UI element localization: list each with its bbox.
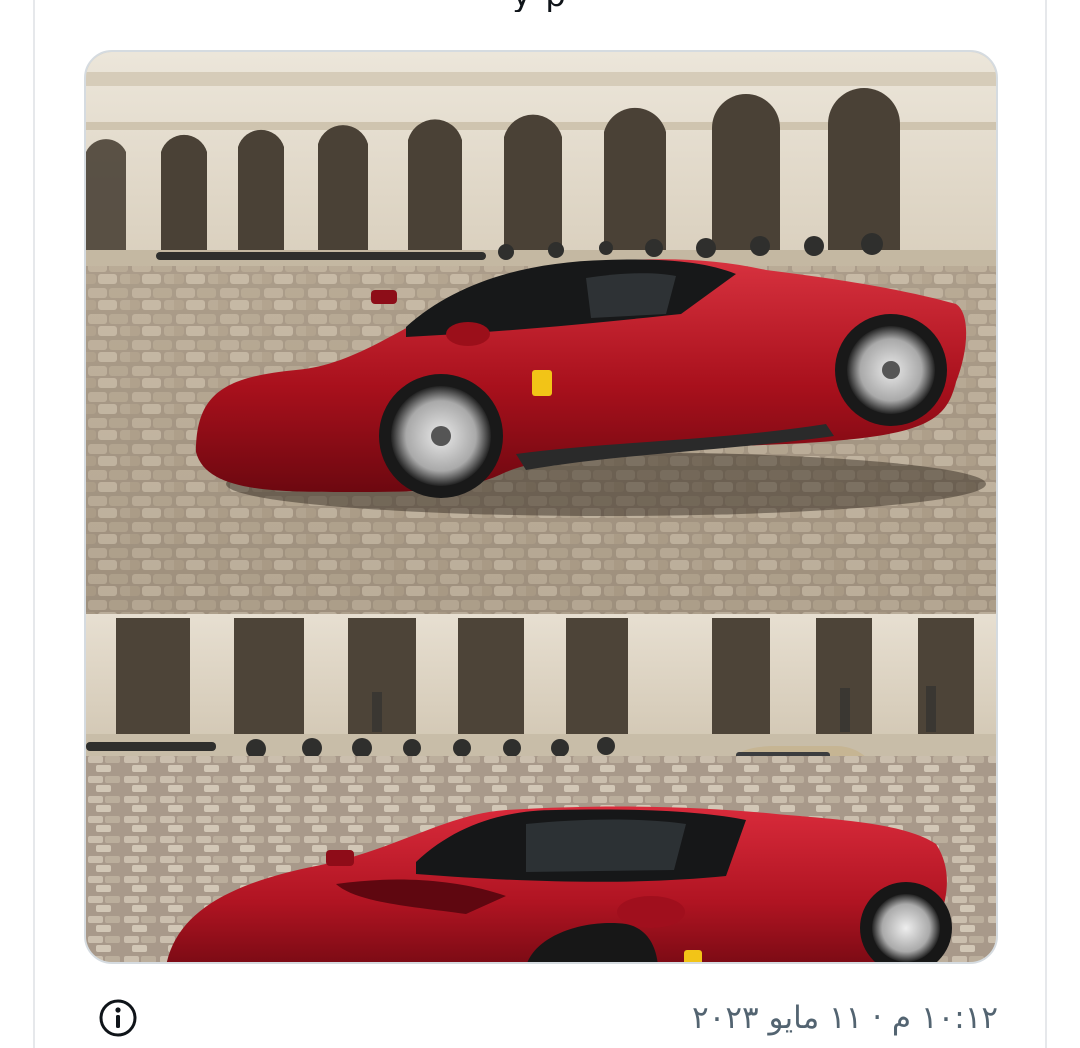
tweet-timestamp[interactable]: ١٠:١٢ م · ١١ مايو ٢٠٢٣ (692, 998, 998, 1038)
tweet-footer: ١٠:١٢ م · ١١ مايو ٢٠٢٣ (84, 990, 998, 1048)
info-circle-icon[interactable] (98, 998, 138, 1038)
tweet-text: y p (0, 0, 1080, 12)
timeline-right-border (1045, 0, 1047, 1048)
photo-ferrari-side-view[interactable] (86, 52, 996, 614)
timeline-left-border (33, 0, 35, 1048)
tweet-media[interactable] (84, 50, 998, 964)
photo-ferrari-front-view[interactable] (86, 614, 996, 962)
